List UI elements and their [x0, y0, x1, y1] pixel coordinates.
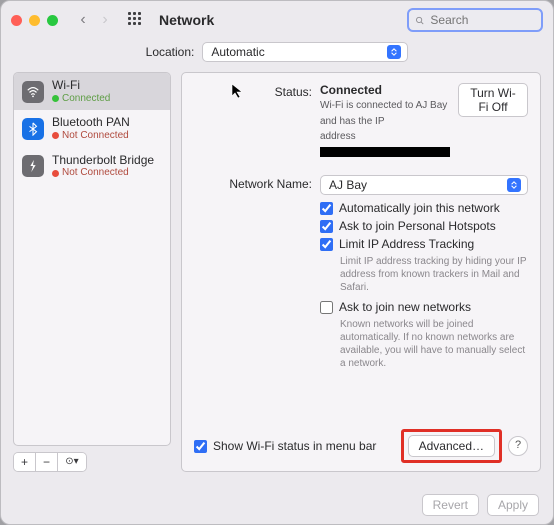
ask-hotspot-checkbox[interactable]: Ask to join Personal Hotspots [320, 219, 528, 233]
page-title: Network [159, 12, 214, 28]
status-value: Connected [320, 83, 382, 97]
sidebar-item-bluetooth[interactable]: Bluetooth PAN Not Connected [14, 110, 170, 147]
ask-new-checkbox[interactable]: Ask to join new networks [320, 300, 528, 314]
sidebar-item-label: Thunderbolt Bridge [52, 154, 154, 168]
checkbox-input[interactable] [320, 238, 333, 251]
more-actions-button[interactable]: ⊙▾ [58, 453, 86, 471]
zoom-icon[interactable] [47, 15, 58, 26]
location-row: Location: Automatic [1, 42, 553, 62]
remove-interface-button[interactable]: − [36, 453, 58, 471]
ask-new-help: Known networks will be joined automatica… [340, 318, 528, 370]
interface-list: Wi-Fi Connected Bluetooth PAN Not Connec… [13, 72, 171, 446]
revert-button[interactable]: Revert [422, 494, 479, 516]
status-label: Status: [194, 83, 320, 159]
sidebar-item-label: Bluetooth PAN [52, 116, 130, 130]
sidebar-item-thunderbolt[interactable]: Thunderbolt Bridge Not Connected [14, 148, 170, 185]
chevron-updown-icon [507, 178, 521, 192]
redacted-ip [320, 147, 450, 157]
thunderbolt-icon [22, 155, 44, 177]
close-icon[interactable] [11, 15, 22, 26]
network-name-value: AJ Bay [329, 178, 367, 192]
traffic-lights [11, 15, 58, 26]
advanced-highlight: Advanced… [401, 429, 502, 463]
add-interface-button[interactable]: + [14, 453, 36, 471]
wifi-icon [22, 81, 44, 103]
footer-buttons: Revert Apply [422, 494, 539, 516]
cursor-icon [230, 83, 246, 99]
search-input[interactable] [428, 12, 535, 28]
location-select[interactable]: Automatic [202, 42, 408, 62]
main-split: Wi-Fi Connected Bluetooth PAN Not Connec… [1, 72, 553, 478]
panel-bottom-row: Show Wi-Fi status in menu bar Advanced… … [194, 429, 528, 463]
apply-button[interactable]: Apply [487, 494, 539, 516]
auto-join-checkbox[interactable]: Automatically join this network [320, 201, 528, 215]
limit-ip-checkbox[interactable]: Limit IP Address Tracking [320, 237, 528, 251]
status-dot-icon [52, 95, 59, 102]
status-desc: Wi-Fi is connected to AJ Bay and has the… [320, 100, 450, 158]
search-field[interactable] [407, 8, 543, 32]
show-all-icon[interactable] [128, 12, 144, 28]
checkbox-input[interactable] [320, 301, 333, 314]
checkbox-input[interactable] [194, 440, 207, 453]
help-button[interactable]: ? [508, 436, 528, 456]
detail-panel: Status: Connected Wi-Fi is connected to … [181, 72, 541, 472]
chevron-updown-icon [387, 45, 401, 59]
minimize-icon[interactable] [29, 15, 40, 26]
menubar-checkbox[interactable]: Show Wi-Fi status in menu bar [194, 439, 376, 453]
network-name-label: Network Name: [194, 175, 320, 376]
limit-ip-help: Limit IP address tracking by hiding your… [340, 255, 528, 294]
checkbox-input[interactable] [320, 220, 333, 233]
status-dot-icon [52, 170, 59, 177]
bluetooth-icon [22, 118, 44, 140]
titlebar: ‹ › Network [1, 1, 553, 36]
sidebar-item-label: Wi-Fi [52, 79, 110, 93]
sidebar: Wi-Fi Connected Bluetooth PAN Not Connec… [13, 72, 171, 472]
checkbox-input[interactable] [320, 202, 333, 215]
network-name-select[interactable]: AJ Bay [320, 175, 528, 195]
network-name-row: Network Name: AJ Bay Automatically join … [194, 175, 528, 376]
wifi-toggle-button[interactable]: Turn Wi-Fi Off [458, 83, 528, 117]
search-icon [415, 15, 424, 26]
network-preferences-window: ‹ › Network Location: Automatic [0, 0, 554, 525]
nav-buttons: ‹ › [74, 12, 114, 28]
advanced-button[interactable]: Advanced… [408, 435, 495, 457]
location-value: Automatic [211, 45, 264, 59]
status-dot-icon [52, 132, 59, 139]
forward-button[interactable]: › [96, 12, 114, 28]
back-button[interactable]: ‹ [74, 12, 92, 28]
list-action-buttons: + − ⊙▾ [13, 452, 87, 472]
sidebar-item-wifi[interactable]: Wi-Fi Connected [14, 73, 170, 110]
location-label: Location: [146, 45, 195, 59]
